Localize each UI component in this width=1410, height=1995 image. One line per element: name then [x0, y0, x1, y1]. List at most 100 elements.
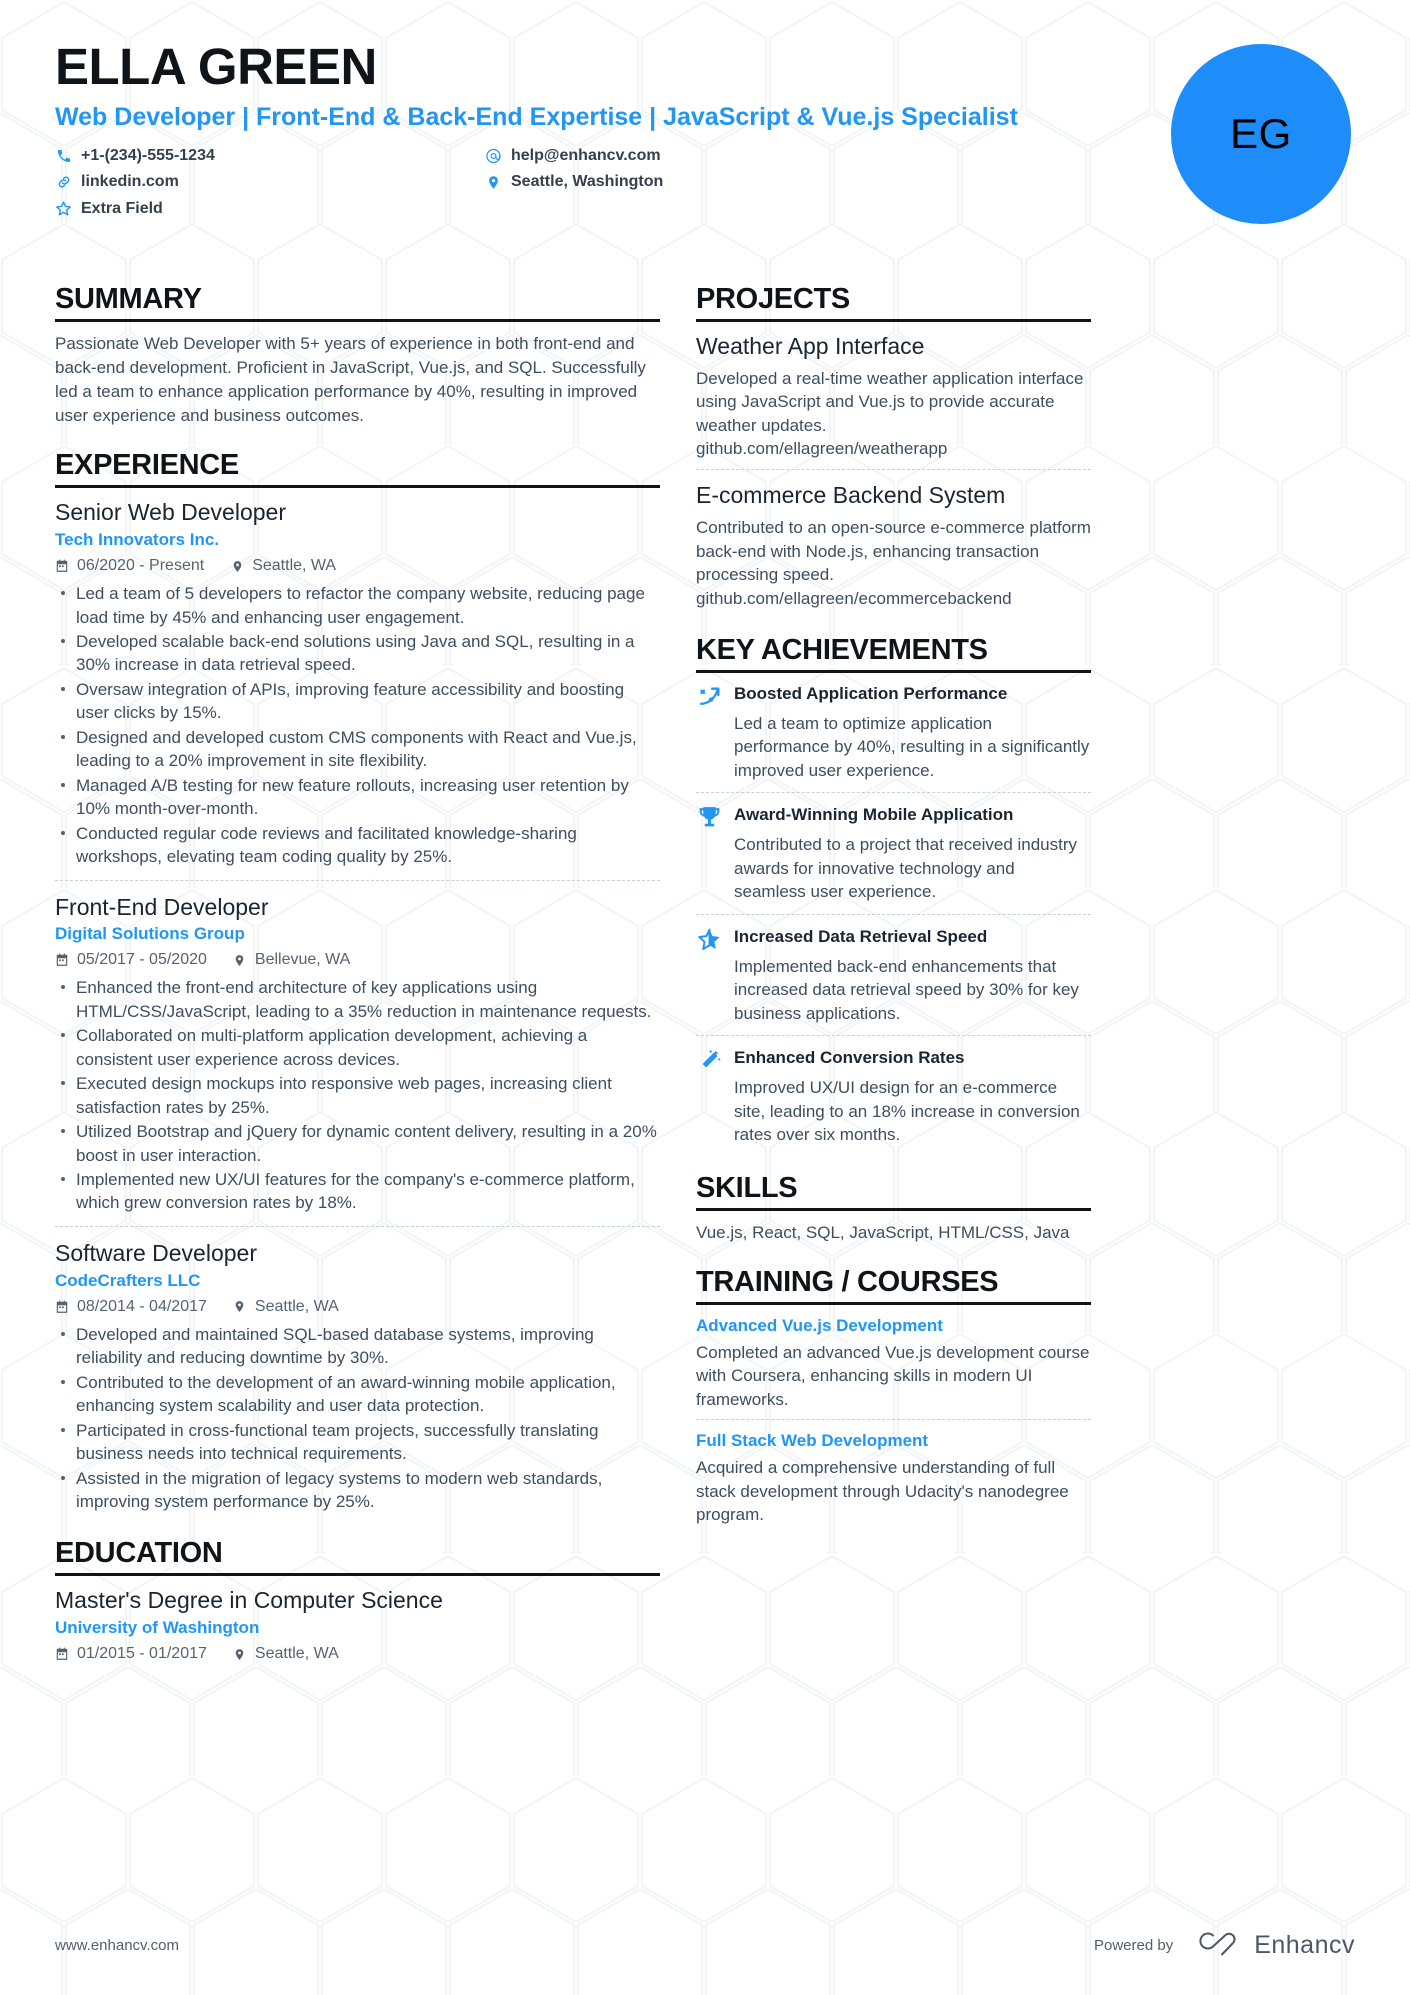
achievement-item: Increased Data Retrieval Speed Implement… — [696, 913, 1091, 1035]
contact-column-left: +1-(234)-555-1234 linkedin.com Extra Fie… — [55, 145, 485, 220]
list-item: Participated in cross-functional team pr… — [55, 1419, 660, 1466]
footer-website[interactable]: www.enhancv.com — [55, 1937, 179, 1954]
contact-email[interactable]: help@enhancv.com — [485, 145, 663, 167]
experience-dates: 05/2017 - 05/2020 — [55, 951, 207, 969]
summary-heading: SUMMARY — [55, 283, 202, 315]
achievement-body: Enhanced Conversion Rates Improved UX/UI… — [734, 1047, 1091, 1146]
list-item: Executed design mockups into responsive … — [55, 1072, 660, 1119]
project-name: Weather App Interface — [696, 332, 925, 359]
contact-phone-text: +1-(234)-555-1234 — [81, 146, 215, 164]
education-school[interactable]: University of Washington — [55, 1617, 660, 1639]
skills-text: Vue.js, React, SQL, JavaScript, HTML/CSS… — [696, 1222, 1070, 1242]
list-item: Contributed to the development of an awa… — [55, 1371, 660, 1418]
experience-heading: EXPERIENCE — [55, 449, 239, 482]
achievement-body: Award-Winning Mobile Application Contrib… — [734, 804, 1091, 903]
education-entry: Master's Degree in Computer Science Univ… — [55, 1586, 660, 1680]
location-icon — [233, 1300, 247, 1314]
experience-dates: 08/2014 - 04/2017 — [55, 1298, 207, 1316]
star-icon — [55, 200, 72, 217]
calendar-icon — [55, 1300, 69, 1314]
contact-email-text: help@enhancv.com — [511, 146, 661, 164]
contact-phone[interactable]: +1-(234)-555-1234 — [55, 145, 485, 167]
section-education: EDUCATION Master's Degree in Computer Sc… — [55, 1538, 660, 1680]
list-item: Designed and developed custom CMS compon… — [55, 726, 660, 773]
location-icon — [233, 953, 247, 967]
experience-meta: 05/2017 - 05/2020 Bellevue, WA — [55, 951, 660, 969]
phone-icon — [55, 147, 72, 164]
experience-company[interactable]: Tech Innovators Inc. — [55, 529, 660, 551]
experience-dates: 06/2020 - Present — [55, 557, 204, 575]
list-item: Oversaw integration of APIs, improving f… — [55, 678, 660, 725]
trophy-icon — [696, 805, 722, 831]
course-name[interactable]: Full Stack Web Development — [696, 1430, 1091, 1452]
experience-role: Senior Web Developer — [55, 499, 286, 526]
education-location: Seattle, WA — [233, 1645, 339, 1663]
page-footer: www.enhancv.com Powered by Enhancv — [55, 1929, 1355, 1961]
list-item: Developed scalable back-end solutions us… — [55, 630, 660, 677]
contact-location-text: Seattle, Washington — [511, 173, 664, 191]
location-icon — [233, 1647, 247, 1661]
summary-text: Passionate Web Developer with 5+ years o… — [55, 333, 646, 426]
enhancv-mark-icon — [1191, 1929, 1243, 1961]
achievement-description: Implemented back-end enhancements that i… — [734, 956, 1079, 1023]
section-divider — [696, 1207, 1091, 1211]
list-item: Enhanced the front-end architecture of k… — [55, 976, 660, 1023]
achievement-item: Enhanced Conversion Rates Improved UX/UI… — [696, 1035, 1091, 1156]
contact-column-right: help@enhancv.com Seattle, Washington — [485, 145, 663, 220]
project-item: E-commerce Backend System Contributed to… — [696, 469, 1091, 619]
section-skills: SKILLS Vue.js, React, SQL, JavaScript, H… — [696, 1171, 1091, 1245]
course-description: Completed an advanced Vue.js development… — [696, 1342, 1090, 1409]
calendar-icon — [55, 1647, 69, 1661]
footer-brand-group: Powered by Enhancv — [1094, 1929, 1355, 1961]
achievement-title: Enhanced Conversion Rates — [734, 1048, 965, 1068]
list-item: Managed A/B testing for new feature roll… — [55, 774, 660, 821]
experience-bullets: Enhanced the front-end architecture of k… — [55, 976, 660, 1215]
section-summary: SUMMARY Passionate Web Developer with 5+… — [55, 283, 660, 428]
achievement-description: Contributed to a project that received i… — [734, 835, 1078, 902]
section-divider — [55, 1573, 660, 1577]
project-description: Contributed to an open-source e-commerce… — [696, 518, 1091, 585]
left-column: SUMMARY Passionate Web Developer with 5+… — [55, 283, 660, 1684]
experience-location: Seattle, WA — [230, 557, 336, 575]
experience-company[interactable]: Digital Solutions Group — [55, 923, 660, 945]
project-link[interactable]: github.com/ellagreen/ecommercebackend — [696, 587, 1091, 610]
list-item: Assisted in the migration of legacy syst… — [55, 1467, 660, 1514]
achievement-body: Increased Data Retrieval Speed Implement… — [734, 926, 1091, 1025]
contact-extra-field[interactable]: Extra Field — [55, 198, 485, 220]
right-column: PROJECTS Weather App Interface Developed… — [696, 283, 1091, 1684]
achievements-heading: KEY ACHIEVEMENTS — [696, 634, 988, 667]
enhancv-wordmark: Enhancv — [1254, 1930, 1355, 1959]
experience-dates-text: 06/2020 - Present — [77, 557, 205, 575]
education-heading: EDUCATION — [55, 1537, 223, 1570]
contact-location[interactable]: Seattle, Washington — [485, 171, 663, 193]
experience-company[interactable]: CodeCrafters LLC — [55, 1270, 660, 1292]
section-divider — [696, 1301, 1091, 1305]
course-description: Acquired a comprehensive understanding o… — [696, 1458, 1069, 1525]
experience-role: Software Developer — [55, 1239, 257, 1266]
contact-linkedin[interactable]: linkedin.com — [55, 171, 485, 193]
skills-heading: SKILLS — [696, 1171, 798, 1204]
experience-bullets: Developed and maintained SQL-based datab… — [55, 1323, 660, 1514]
project-link[interactable]: github.com/ellagreen/weatherapp — [696, 437, 1091, 460]
projects-heading: PROJECTS — [696, 283, 850, 315]
calendar-icon — [55, 953, 69, 967]
experience-bullets: Led a team of 5 developers to refactor t… — [55, 582, 660, 868]
achievement-title: Boosted Application Performance — [734, 683, 1008, 703]
education-location-text: Seattle, WA — [254, 1645, 339, 1663]
course-name[interactable]: Advanced Vue.js Development — [696, 1315, 1091, 1337]
project-description: Developed a real-time weather applicatio… — [696, 368, 1084, 435]
achievement-description: Improved UX/UI design for an e-commerce … — [734, 1078, 1080, 1145]
contact-extra-field-text: Extra Field — [81, 199, 163, 217]
education-dates: 01/2015 - 01/2017 — [55, 1645, 207, 1663]
training-heading: TRAINING / COURSES — [696, 1265, 999, 1298]
experience-entry: Software Developer CodeCrafters LLC 08/2… — [55, 1225, 660, 1524]
page-title: ELLA GREEN — [55, 38, 377, 95]
education-meta: 01/2015 - 01/2017 Seattle, WA — [55, 1645, 660, 1663]
section-divider — [55, 485, 660, 489]
education-dates-text: 01/2015 - 01/2017 — [77, 1645, 207, 1663]
resume-page: ELLA GREEN Web Developer | Front-End & B… — [0, 0, 1410, 1995]
content-columns: SUMMARY Passionate Web Developer with 5+… — [55, 283, 1355, 1684]
course-item: Advanced Vue.js Development Completed an… — [696, 1315, 1091, 1419]
experience-meta: 06/2020 - Present Seattle, WA — [55, 557, 660, 575]
experience-entry: Senior Web Developer Tech Innovators Inc… — [55, 498, 660, 879]
